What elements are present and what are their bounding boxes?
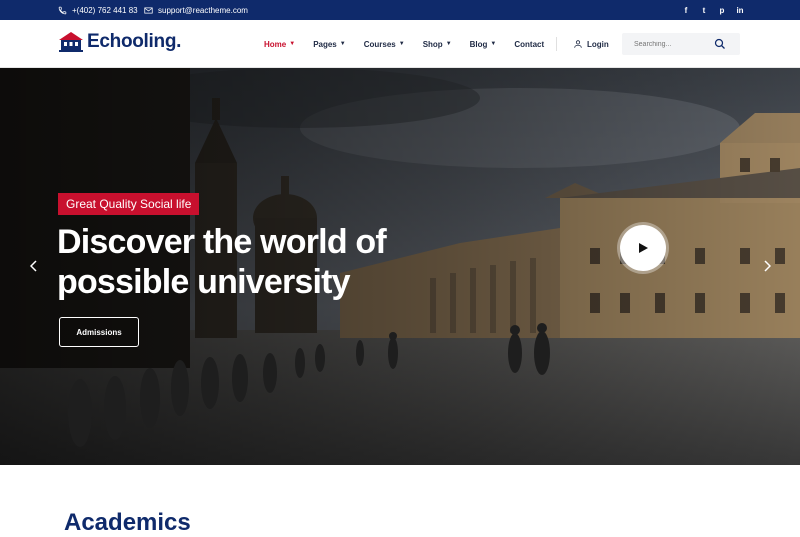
user-icon <box>574 40 582 48</box>
email-text: support@reactheme.com <box>158 5 248 15</box>
chevron-down-icon: ▼ <box>445 41 452 47</box>
phone-icon <box>58 6 67 14</box>
nav-item-contact[interactable]: Contact <box>514 40 544 49</box>
site-logo[interactable]: Echooling. <box>58 31 181 53</box>
email-contact[interactable]: support@reactheme.com <box>144 0 248 20</box>
play-icon <box>639 243 648 253</box>
main-nav: Home ▼ Pages ▼ Courses ▼ Shop ▼ Blog ▼ C… <box>264 20 562 68</box>
nav-item-label: Contact <box>514 39 545 49</box>
nav-item-label: Shop <box>422 39 443 49</box>
linkedin-icon[interactable]: in <box>736 6 744 15</box>
search-box <box>622 33 740 55</box>
search-icon[interactable] <box>714 38 726 50</box>
chevron-left-icon <box>29 260 37 272</box>
login-label: Login <box>587 39 609 49</box>
mail-icon <box>144 7 153 13</box>
nav-item-blog[interactable]: Blog ▼ <box>470 40 497 49</box>
social-links: f t p in <box>682 0 744 20</box>
nav-item-label: Pages <box>313 39 337 49</box>
phone-contact[interactable]: +(402) 762 441 83 <box>58 0 138 20</box>
school-building-icon <box>59 32 83 52</box>
hero-headline-line2: possible university <box>57 263 351 301</box>
logo-text: Echooling. <box>87 31 182 52</box>
chevron-down-icon: ▼ <box>339 41 346 47</box>
slider-next-arrow[interactable] <box>763 260 772 275</box>
chevron-down-icon: ▼ <box>490 41 497 47</box>
hero-headline: Discover the world of possible universit… <box>57 222 437 302</box>
hero-badge: Great Quality Social life <box>58 193 200 215</box>
nav-item-pages[interactable]: Pages ▼ <box>313 40 346 49</box>
slider-prev-arrow[interactable] <box>29 260 38 275</box>
nav-item-home[interactable]: Home ▼ <box>264 40 295 49</box>
search-input[interactable] <box>622 40 714 48</box>
top-bar: +(402) 762 441 83 support@reactheme.com … <box>0 0 800 20</box>
hero-headline-line1: Discover the world of <box>57 223 387 261</box>
twitter-icon[interactable]: t <box>700 6 708 15</box>
hero-slider: Great Quality Social life Discover the w… <box>0 68 800 465</box>
nav-item-courses[interactable]: Courses ▼ <box>364 40 405 49</box>
login-button[interactable]: Login <box>573 39 609 49</box>
phone-text: +(402) 762 441 83 <box>72 5 138 15</box>
chevron-down-icon: ▼ <box>289 41 296 47</box>
facebook-icon[interactable]: f <box>682 6 690 15</box>
admissions-button[interactable]: Admissions <box>59 317 139 347</box>
play-video-button[interactable] <box>620 225 666 271</box>
nav-item-label: Home <box>264 39 287 49</box>
main-header: Echooling. Home ▼ Pages ▼ Courses ▼ Shop… <box>0 20 800 68</box>
nav-item-label: Courses <box>363 39 396 49</box>
pinterest-icon[interactable]: p <box>718 6 726 15</box>
nav-item-shop[interactable]: Shop ▼ <box>423 40 452 49</box>
nav-item-label: Blog <box>469 39 488 49</box>
chevron-right-icon <box>764 260 772 272</box>
nav-divider <box>556 37 557 51</box>
chevron-down-icon: ▼ <box>398 41 405 47</box>
